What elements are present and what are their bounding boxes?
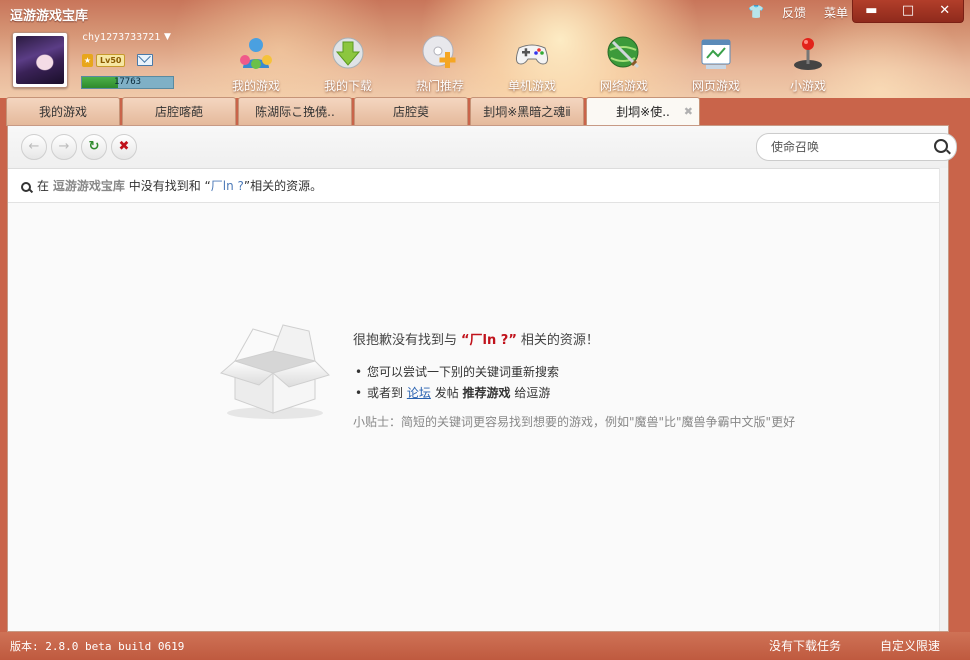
refresh-button[interactable]: ↻ [81,134,107,160]
tab-label: 刲垌※使.. [616,105,670,119]
window-controls: ▬ □ ✕ [852,0,964,23]
tab-label: 店腔喀葩 [154,105,203,119]
tip-text: 小贴士：简短的关键词更容易找到想要的游戏，例如"魔兽"比"魔兽争霸中文版"更好 [353,415,796,429]
result-keyword: “厂ln ?” [461,333,517,348]
app-title: 逗游游戏宝库 [10,9,89,24]
toolbar: ← → ↻ ✖ [8,126,957,169]
result-title-pre: 很抱歉没有找到与 [353,333,458,348]
suggestion-list: 您可以尝试一下别的关键词重新搜索 或者到 论坛 发帖 推荐游戏 给逗游 [353,362,795,404]
notice-text: 在 逗游游戏宝库 中没有找到和 “厂ln ?”相关的资源。 [37,171,322,202]
feedback-link[interactable]: 反馈 [782,4,806,21]
nav-single-games[interactable]: 单机游戏 [486,30,578,96]
mail-icon[interactable] [137,54,153,66]
status-bar: 版本: 2.8.0 beta build 0619 没有下载任务 自定义限速 [0,632,970,660]
suggestion-post: 给逗游 [514,386,551,400]
scrollbar[interactable] [939,168,948,631]
notice-site: 逗游游戏宝库 [52,179,125,193]
nav-hot-recommend[interactable]: 热门推荐 [394,30,486,96]
nav-web-games[interactable]: 网页游戏 [670,30,762,96]
globe-sword-icon [607,36,640,69]
tab-4[interactable]: 店腔萸 [354,97,468,126]
empty-box-icon [219,324,330,419]
nav-label: 单机游戏 [507,79,556,93]
tab-bar: 我的游戏 店腔喀葩 陈湖际こ挽僥.. 店腔萸 刲垌※黑暗之魂ⅱ 刲垌※使.. ✖ [6,97,702,126]
tab-search-active[interactable]: 刲垌※使.. ✖ [586,97,700,126]
chevron-down-icon[interactable]: ▼ [164,32,171,42]
joystick-icon [794,38,822,70]
menu-link[interactable]: 菜单 [824,4,848,21]
nav-my-downloads[interactable]: 我的下载 [302,30,394,96]
tab-label: 我的游戏 [38,105,87,119]
tab-2[interactable]: 店腔喀葩 [122,97,236,126]
nav-label: 热门推荐 [415,79,464,93]
nav-label: 网页游戏 [691,79,740,93]
speed-limit-link[interactable]: 自定义限速 [880,637,940,654]
nav-label: 小游戏 [789,79,826,93]
main-nav: 我的游戏 我的下载 热门推荐 单机游戏 网络游戏 网页游戏 小游戏 [210,30,854,96]
title-links: 👕 反馈 菜单 [748,4,848,21]
tab-label: 刲垌※黑暗之魂ⅱ [483,105,571,119]
notice-pre: 在 [37,179,50,193]
suggestion-item: 或者到 论坛 发帖 推荐游戏 给逗游 [353,383,795,404]
tab-my-games[interactable]: 我的游戏 [6,97,120,126]
no-result-message: 很抱歉没有找到与“厂ln ?”相关的资源！ 您可以尝试一下别的关键词重新搜索 或… [353,329,795,430]
result-title: 很抱歉没有找到与 “厂ln ?” 相关的资源！ [353,329,795,348]
username[interactable]: chy1273733721 [82,32,160,43]
close-button[interactable]: ✕ [926,0,963,22]
medal-icon: ★ [82,54,93,67]
tab-close-icon[interactable]: ✖ [684,98,693,126]
search-icon [21,182,31,192]
search-notice: 在 逗游游戏宝库 中没有找到和 “厂ln ?”相关的资源。 [8,171,948,203]
avatar-image [16,36,64,84]
stop-button[interactable]: ✖ [111,134,137,160]
suggestion-bold: 推荐游戏 [462,386,511,400]
suggestion-item: 您可以尝试一下别的关键词重新搜索 [353,362,795,383]
back-button[interactable]: ← [21,134,47,160]
xp-bar: 17763 [81,76,174,89]
tab-label: 店腔萸 [392,105,429,119]
version-text: 版本: 2.8.0 beta build 0619 [10,640,185,653]
level-badge: Lv50 [96,54,126,67]
disc-plus-icon [422,35,456,68]
download-icon [332,37,364,69]
suggestion-mid: 发帖 [434,386,459,400]
search-box [756,133,957,161]
nav-online-games[interactable]: 网络游戏 [578,30,670,96]
suggestion-pre: 或者到 [367,386,404,400]
minimize-button[interactable]: ▬ [853,0,890,22]
skin-shirt-icon[interactable]: 👕 [748,5,764,20]
maximize-button[interactable]: □ [890,0,927,22]
tab-3[interactable]: 陈湖际こ挽僥.. [238,97,352,126]
notice-mid: 中没有找到和 [128,179,201,193]
nav-label: 网络游戏 [599,79,648,93]
nav-my-games[interactable]: 我的游戏 [210,30,302,96]
search-icon[interactable] [934,139,948,153]
search-input[interactable] [769,137,933,157]
result-title-post: 相关的资源！ [520,333,599,348]
my-games-icon [240,38,272,69]
nav-label: 我的游戏 [231,79,280,93]
tab-5[interactable]: 刲垌※黑暗之魂ⅱ [470,97,584,126]
forum-link[interactable]: 论坛 [407,386,431,400]
nav-label: 我的下载 [323,79,372,93]
gamepad-icon [515,44,549,65]
notice-post: 相关的资源。 [250,179,323,193]
webpage-icon [701,39,731,69]
main-panel: ← → ↻ ✖ 在 逗游游戏宝库 中没有找到和 “厂ln ?”相关的资源。 [7,125,957,632]
forward-button[interactable]: → [51,134,77,160]
xp-value: 17763 [113,77,142,87]
notice-keyword: 厂ln ? [210,179,244,193]
nav-mini-games[interactable]: 小游戏 [762,30,854,96]
level-info: ★ Lv50 [82,54,126,67]
avatar[interactable] [12,32,68,88]
download-tasks-link[interactable]: 没有下载任务 [769,637,841,654]
tab-label: 陈湖际こ挽僥.. [255,105,335,119]
header: 逗游游戏宝库 👕 反馈 菜单 ▬ □ ✕ chy1273733721 ▼ ★ L… [0,0,970,98]
